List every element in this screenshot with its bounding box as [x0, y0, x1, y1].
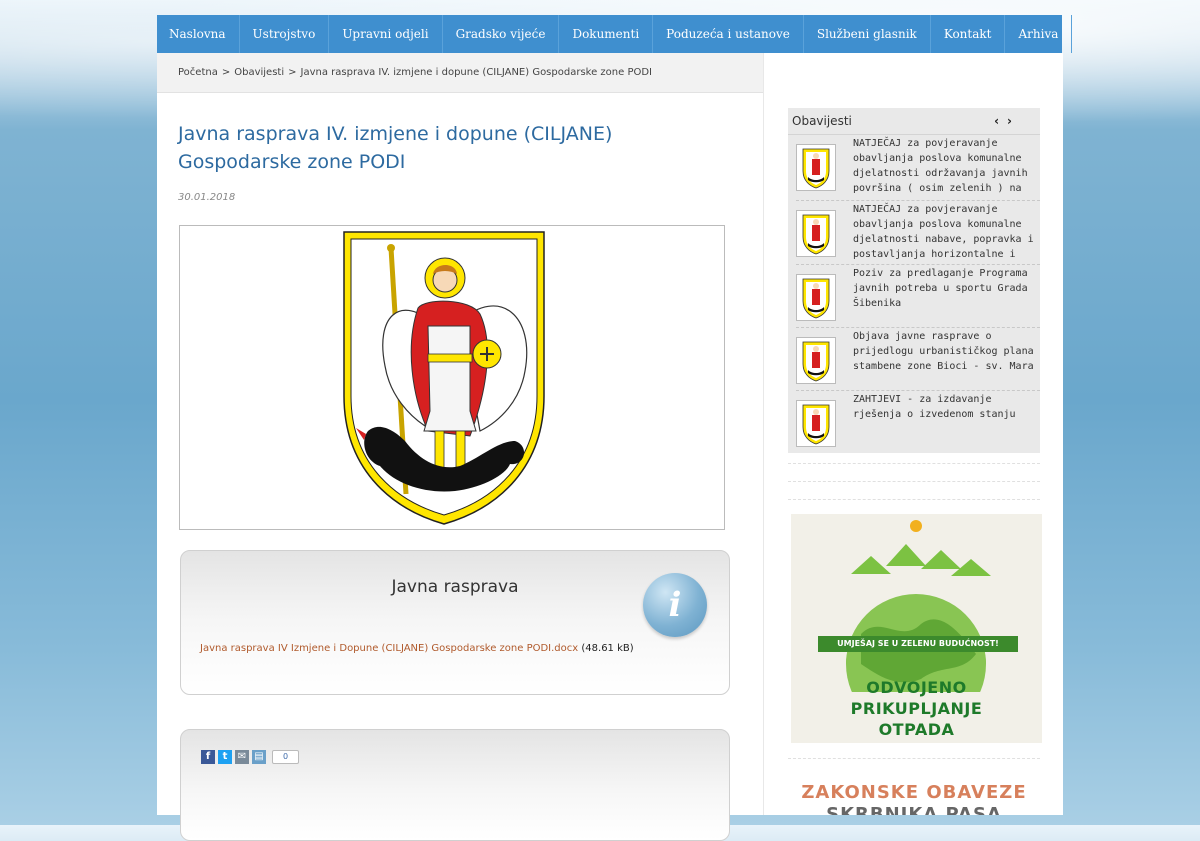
coat-of-arms-thumbnail-icon: [796, 210, 836, 257]
breadcrumb: Početna > Obavijesti > Javna rasprava IV. iz…: [157, 53, 763, 93]
attachment-file: Javna rasprava IV Izmjene i Dopune (CILJ…: [200, 643, 634, 654]
news-separator: [796, 390, 1040, 391]
coat-of-arms-icon: [343, 231, 545, 525]
divider: [788, 463, 1040, 464]
news-separator: [796, 327, 1040, 328]
article-title: Javna rasprava IV. izmjene i dopune (CIL…: [178, 123, 613, 173]
news-widget-header: Obavijesti ‹›: [788, 108, 1040, 135]
attachment-panel: Javna rasprava i Javna rasprava IV Izmje…: [180, 550, 730, 695]
article-image: [179, 225, 725, 530]
news-separator: [796, 264, 1040, 265]
breadcrumb-current: Javna rasprava IV. izmjene i dopune (CIL…: [300, 67, 653, 78]
law-banner-line2: SKRBNIKA PASA: [826, 804, 1002, 815]
news-item-text: NATJEČAJ za povjeravanje obavljanja posl…: [853, 204, 1034, 260]
eco-banner-line2: PRIKUPLJANJE: [850, 699, 983, 718]
nav-item-arhiva[interactable]: Arhiva: [1005, 15, 1073, 53]
attachment-file-size: (48.61 kB): [581, 643, 634, 654]
page-container: Naslovna Ustrojstvo Upravni odjeli Grads…: [157, 15, 1073, 841]
divider: [788, 758, 1040, 759]
nav-item-naslovna[interactable]: Naslovna: [157, 15, 240, 53]
coat-of-arms-thumbnail-icon: [796, 274, 836, 321]
divider: [788, 499, 1040, 500]
breadcrumb-separator: >: [221, 67, 231, 78]
news-item-text: ZAHTJEVI - za izdavanje rješenja o izved…: [853, 394, 1016, 420]
news-widget-arrows: ‹›: [994, 108, 1020, 134]
next-arrow-icon[interactable]: ›: [1007, 114, 1020, 128]
nav-item-gradsko-vijece[interactable]: Gradsko vijeće: [443, 15, 560, 53]
eco-banner[interactable]: UMJEŠAJ SE U ZELENU BUDUĆNOST! ODVOJENO …: [791, 514, 1042, 743]
nav-item-upravni-odjeli[interactable]: Upravni odjeli: [329, 15, 443, 53]
share-buttons: f t ✉ ▤ 0: [201, 750, 300, 764]
breadcrumb-obavijesti[interactable]: Obavijesti: [234, 67, 284, 78]
news-separator: [796, 200, 1040, 201]
sidebar: Obavijesti ‹› NATJEČAJ za povjeravanje o…: [763, 53, 1063, 815]
twitter-share-icon[interactable]: t: [218, 750, 232, 764]
nav-item-kontakt[interactable]: Kontakt: [931, 15, 1006, 53]
news-item-text: Poziv za predlaganje Programa javnih pot…: [853, 268, 1028, 309]
info-icon: i: [643, 573, 707, 637]
news-item[interactable]: Poziv za predlaganje Programa javnih pot…: [788, 266, 1040, 326]
eco-banner-slogan: UMJEŠAJ SE U ZELENU BUDUĆNOST!: [818, 636, 1018, 652]
facebook-share-icon[interactable]: f: [201, 750, 215, 764]
nav-item-dokumenti[interactable]: Dokumenti: [559, 15, 654, 53]
coat-of-arms-thumbnail-icon: [796, 144, 836, 191]
nav-item-poduzeca[interactable]: Poduzeća i ustanove: [653, 15, 804, 53]
attachment-file-link[interactable]: Javna rasprava IV Izmjene i Dopune (CILJ…: [200, 643, 578, 654]
print-share-icon[interactable]: ▤: [252, 750, 266, 764]
nav-item-ustrojstvo[interactable]: Ustrojstvo: [240, 15, 330, 53]
law-banner-line1: ZAKONSKE OBAVEZE: [801, 782, 1027, 803]
article-date: 30.01.2018: [178, 192, 236, 203]
news-widget: Obavijesti ‹› NATJEČAJ za povjeravanje o…: [788, 108, 1040, 453]
eco-banner-line1: ODVOJENO: [866, 678, 967, 697]
breadcrumb-separator: >: [288, 67, 297, 78]
share-panel: f t ✉ ▤ 0: [180, 729, 730, 841]
news-item[interactable]: NATJEČAJ za povjeravanje obavljanja posl…: [788, 202, 1040, 264]
prev-arrow-icon[interactable]: ‹: [994, 114, 1007, 128]
coat-of-arms-thumbnail-icon: [796, 400, 836, 447]
coat-of-arms-thumbnail-icon: [796, 337, 836, 384]
news-item[interactable]: ZAHTJEVI - za izdavanje rješenja o izved…: [788, 392, 1040, 452]
news-item-text: NATJEČAJ za povjeravanje obavljanja posl…: [853, 138, 1028, 194]
breadcrumb-home[interactable]: Početna: [178, 67, 218, 78]
law-banner[interactable]: ZAKONSKE OBAVEZE SKRBNIKA PASA: [788, 780, 1040, 815]
news-widget-title: Obavijesti: [792, 114, 852, 128]
share-count: 0: [272, 750, 300, 764]
divider: [788, 481, 1040, 482]
main-navigation: Naslovna Ustrojstvo Upravni odjeli Grads…: [157, 15, 1073, 54]
news-item-text: Objava javne rasprave o prijedlogu urban…: [853, 331, 1034, 372]
eco-banner-line3: OTPADA: [878, 720, 955, 739]
news-item[interactable]: NATJEČAJ za povjeravanje obavljanja posl…: [788, 136, 1040, 200]
email-share-icon[interactable]: ✉: [235, 750, 249, 764]
news-item[interactable]: Objava javne rasprave o prijedlogu urban…: [788, 329, 1040, 389]
nav-item-sluzbeni-glasnik[interactable]: Službeni glasnik: [804, 15, 931, 53]
